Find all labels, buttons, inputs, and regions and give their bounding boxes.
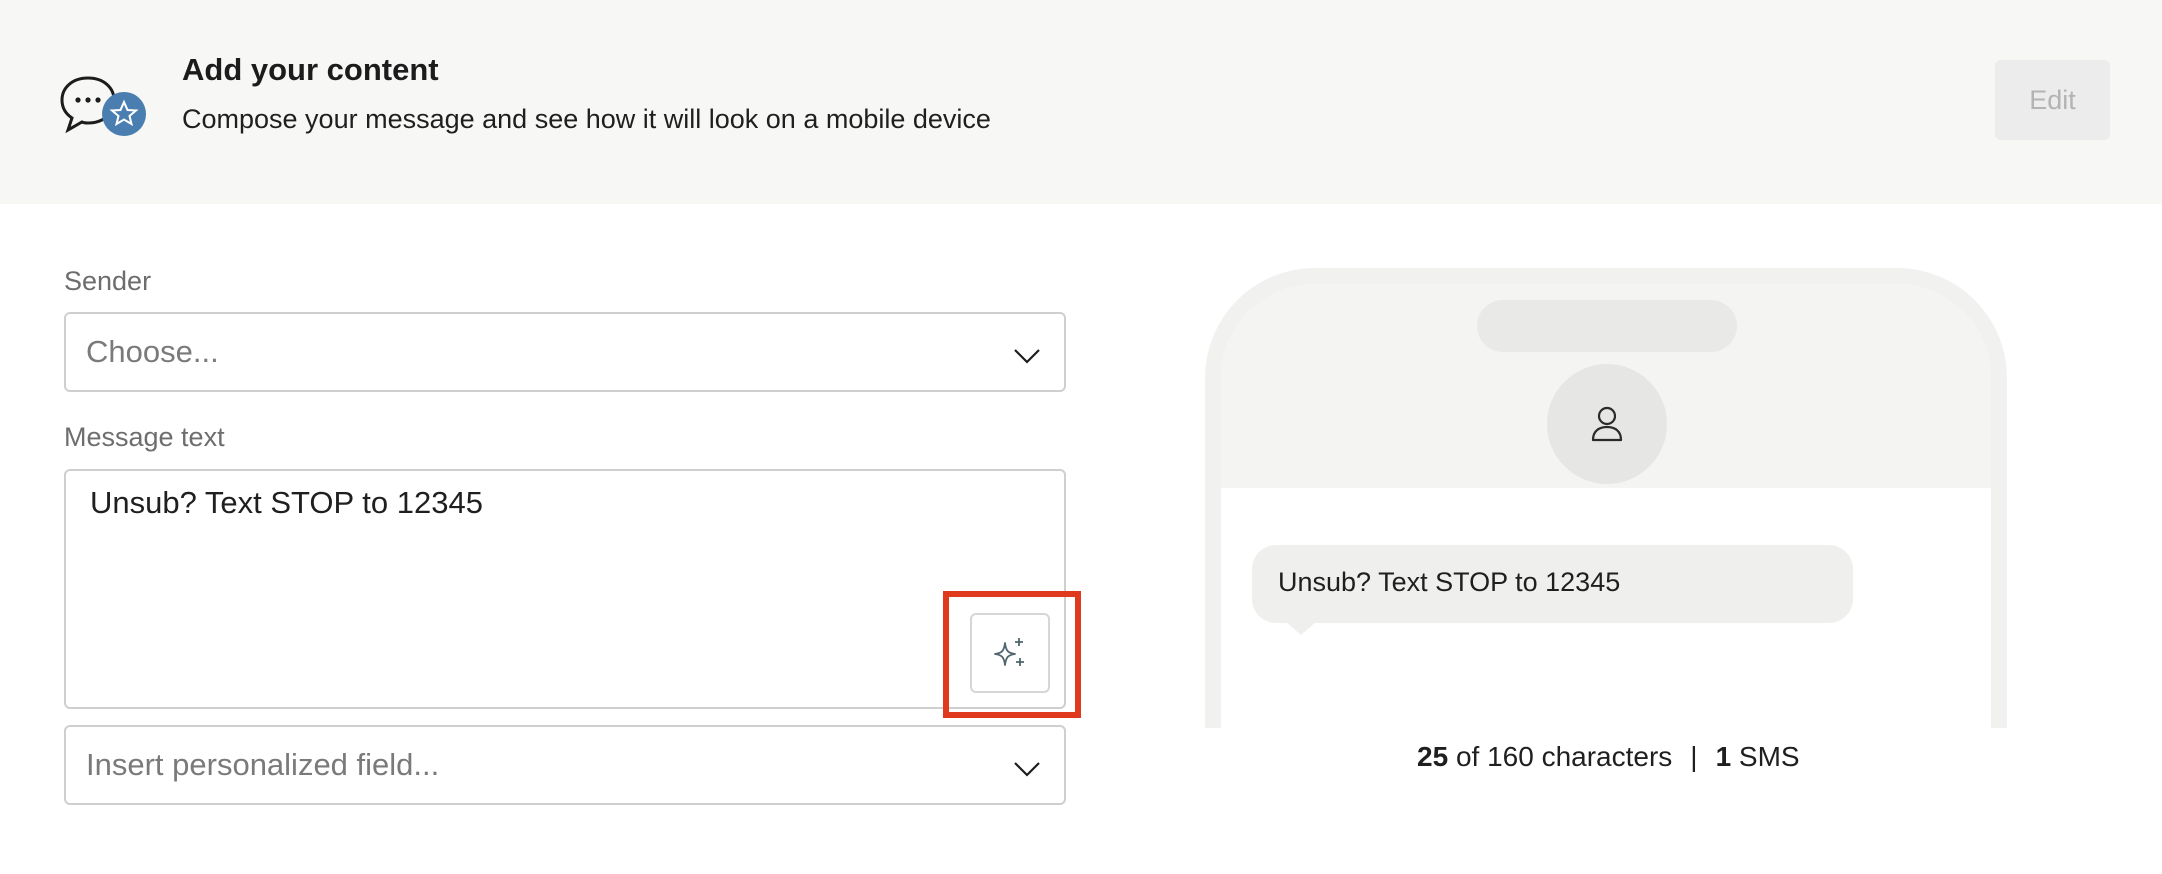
ai-assist-button[interactable] (970, 613, 1050, 693)
sms-count: 1 (1715, 741, 1732, 772)
message-textarea[interactable]: Unsub? Text STOP to 12345 (64, 469, 1066, 709)
personalized-field-placeholder: Insert personalized field... (86, 747, 440, 782)
phone-preview: Unsub? Text STOP to 12345 (1205, 268, 2007, 728)
contact-avatar (1547, 364, 1667, 484)
chat-bubble-star-icon (58, 74, 148, 138)
message-label: Message text (64, 422, 225, 452)
person-icon (1591, 406, 1623, 442)
content-header: Add your content Compose your message an… (0, 0, 2162, 204)
character-counter: 25 of 160 characters | 1 SMS (1417, 741, 1800, 773)
counter-separator: | (1690, 741, 1698, 772)
page-title: Add your content (182, 52, 439, 87)
phone-header (1221, 284, 1991, 488)
chevron-down-icon (1014, 762, 1040, 777)
sender-select[interactable]: Choose... (64, 312, 1066, 392)
sparkle-plus-icon (994, 638, 1024, 666)
page-subtitle: Compose your message and see how it will… (182, 104, 991, 134)
phone-fade (1221, 688, 1991, 728)
edit-button[interactable]: Edit (1995, 60, 2110, 140)
sms-count-text: SMS (1738, 741, 1800, 772)
chevron-down-icon (1014, 349, 1040, 364)
char-count: 25 (1417, 741, 1449, 772)
char-count-text: of 160 characters (1455, 741, 1673, 772)
personalized-field-select[interactable]: Insert personalized field... (64, 725, 1066, 805)
message-bubble: Unsub? Text STOP to 12345 (1252, 545, 1853, 623)
message-value: Unsub? Text STOP to 12345 (90, 485, 483, 520)
sender-placeholder: Choose... (86, 334, 219, 369)
bubble-tail (1285, 621, 1317, 635)
phone-notch (1477, 300, 1737, 352)
sender-label: Sender (64, 266, 152, 296)
